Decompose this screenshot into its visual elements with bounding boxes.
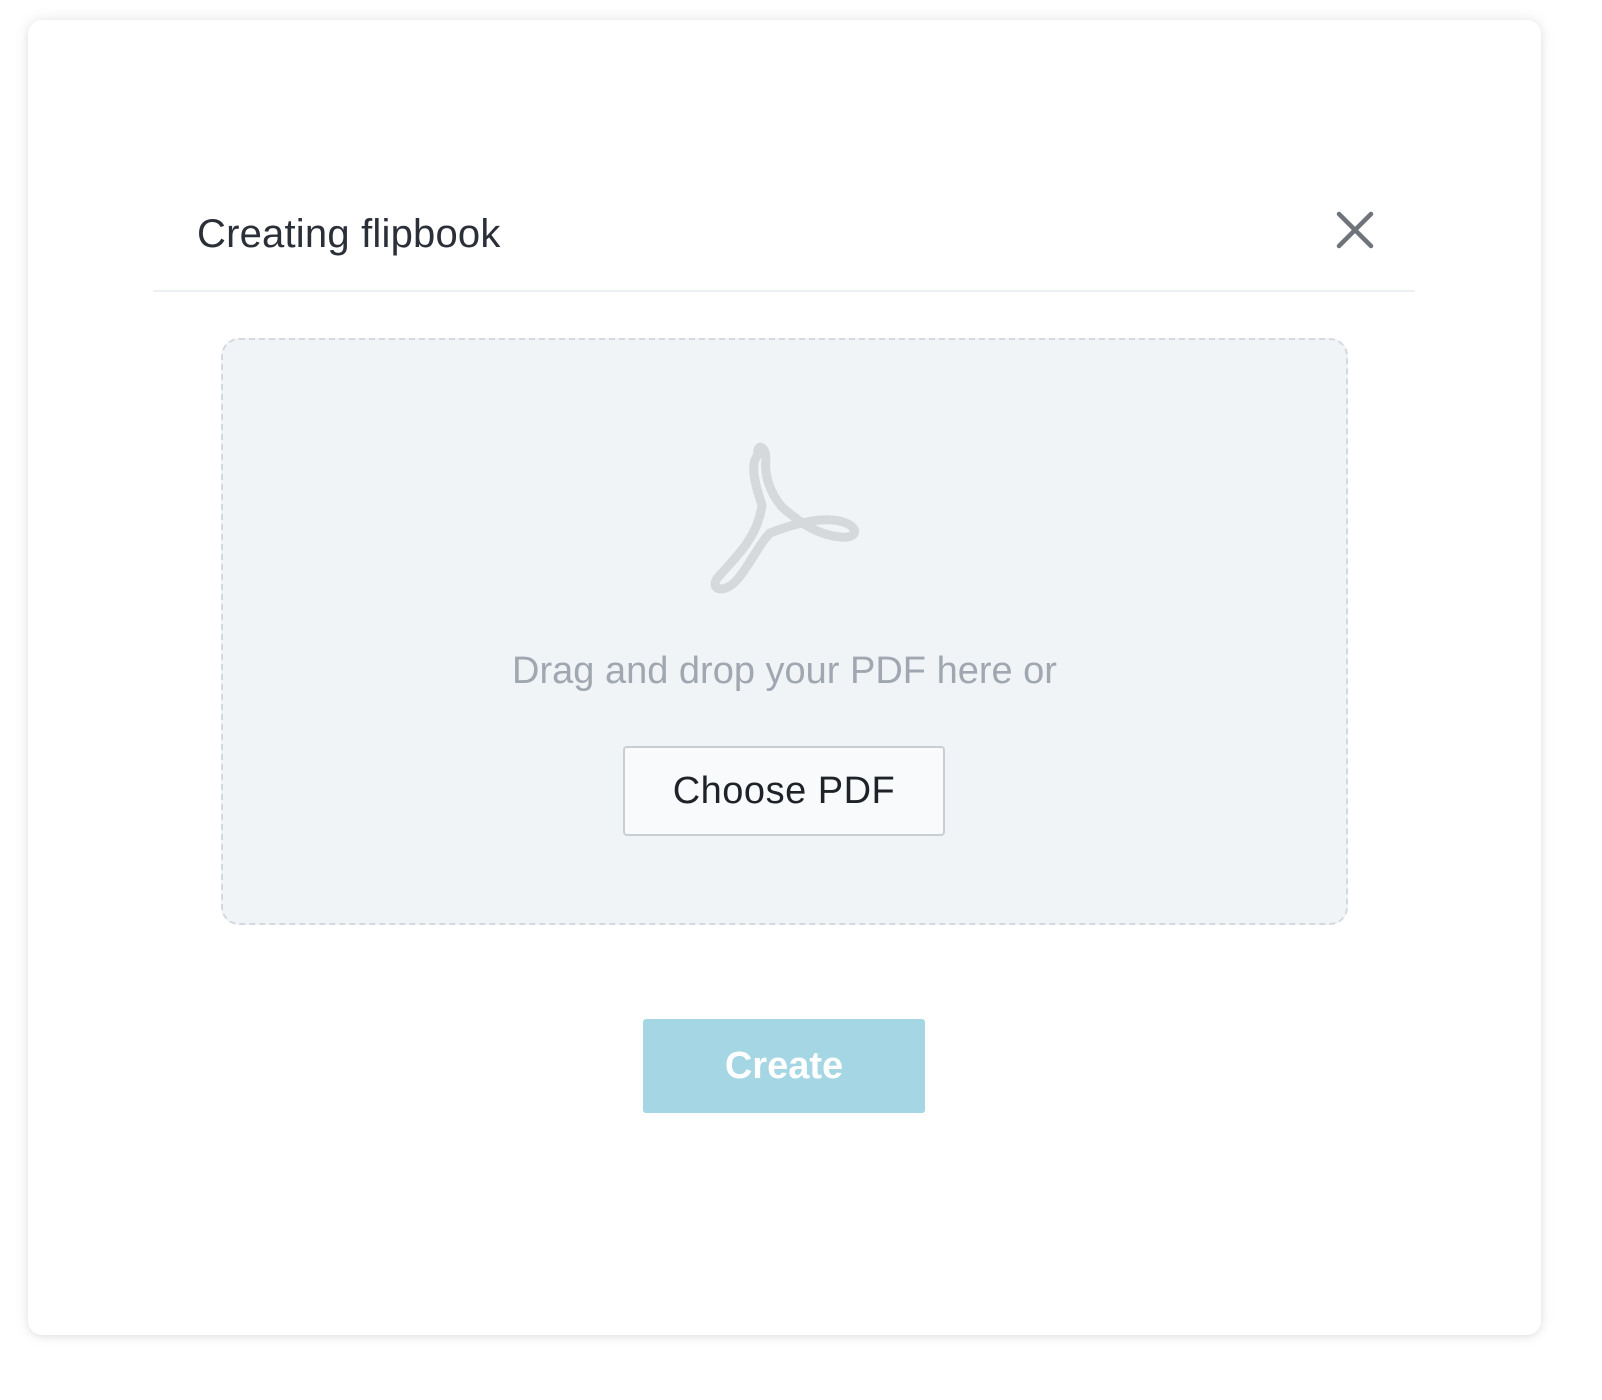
- drop-instruction: Drag and drop your PDF here or: [512, 650, 1057, 692]
- dialog-header: Creating flipbook: [153, 190, 1415, 292]
- dialog-title: Creating flipbook: [197, 212, 501, 256]
- create-flipbook-dialog: Creating flipbook Drag and drop your PDF…: [28, 20, 1541, 1335]
- pdf-icon: [710, 442, 859, 594]
- create-button[interactable]: Create: [643, 1019, 925, 1113]
- pdf-dropzone[interactable]: Drag and drop your PDF here or Choose PD…: [221, 338, 1348, 925]
- choose-pdf-button[interactable]: Choose PDF: [623, 746, 945, 836]
- close-icon: [1336, 211, 1374, 249]
- close-button[interactable]: [1333, 208, 1377, 252]
